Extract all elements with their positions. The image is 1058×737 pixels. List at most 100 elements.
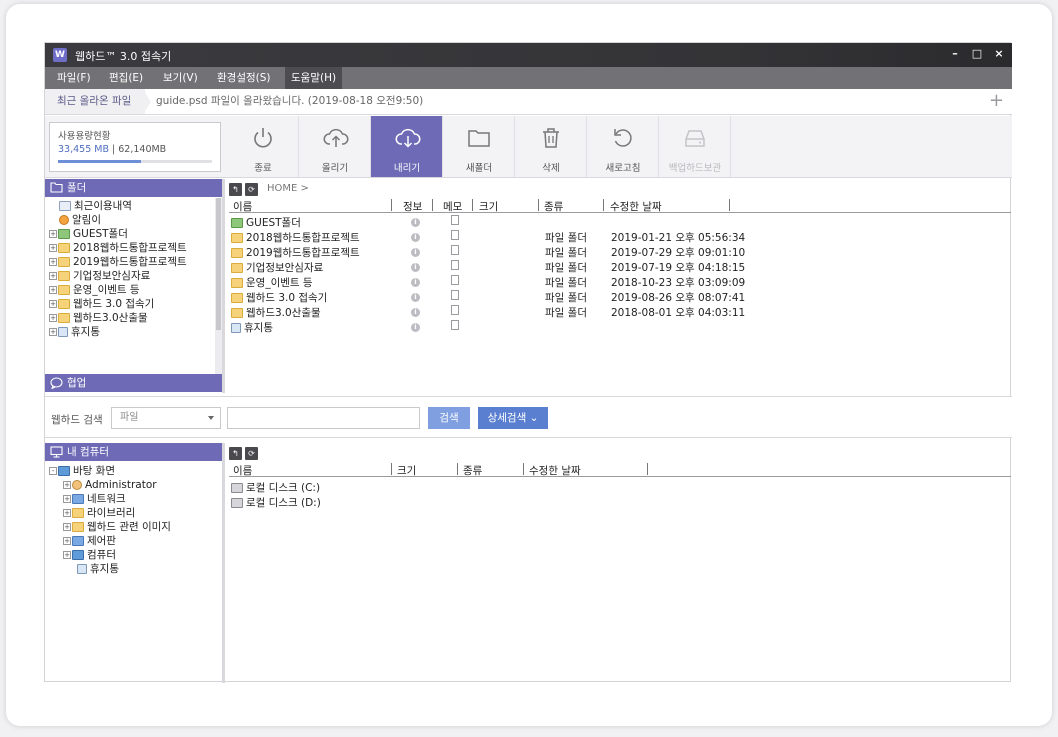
expand-icon[interactable]: + [63,523,71,531]
upload-button[interactable]: 올리기 [299,116,371,177]
tree-item-deliverables[interactable]: + 웹하드3.0산출물 [49,311,148,325]
minimize-button[interactable]: – [948,47,962,61]
info-icon[interactable]: i [411,233,420,242]
col-name[interactable]: 이름 [233,199,252,214]
expand-icon[interactable]: + [49,328,57,336]
expand-icon[interactable]: + [49,300,57,308]
expand-icon[interactable]: + [49,272,57,280]
col-modified[interactable]: 수정한 날짜 [610,199,662,214]
table-row[interactable]: 2019웹하드통합프로젝트 i 파일 폴더 2019-07-29 오후 09:0… [229,244,1009,259]
expand-icon[interactable]: + [49,314,57,322]
memo-icon[interactable] [451,275,459,285]
menu-edit[interactable]: 편집(E) [103,67,149,89]
advanced-search-button[interactable]: 상세검색 ⌄ [478,407,548,429]
col-size[interactable]: 크기 [479,199,498,214]
table-row[interactable]: 웹하드3.0산출물 i 파일 폴더 2018-08-01 오후 04:03:11 [229,304,1009,319]
info-icon[interactable]: i [411,293,420,302]
refresh-icon[interactable]: ⟳ [245,447,258,460]
recent-files-tab[interactable]: 최근 올라온 파일 [45,89,145,114]
expand-icon[interactable]: + [63,481,71,489]
memo-icon[interactable] [451,215,459,225]
tree-item-control-panel[interactable]: + 제어판 [63,534,116,548]
info-icon[interactable]: i [411,323,420,332]
tree-item-notifier[interactable]: 알림이 [59,213,101,227]
tree-item-events[interactable]: + 운영_이벤트 등 [49,283,140,297]
tree-item-secure-data[interactable]: + 기업정보안심자료 [49,269,150,283]
col-info[interactable]: 정보 [403,199,422,214]
expand-icon[interactable]: + [63,509,71,517]
tree-item-library[interactable]: + 라이브러리 [63,506,135,520]
new-folder-button[interactable]: 새폴더 [443,116,515,177]
table-row[interactable]: 기업정보안심자료 i 파일 폴더 2019-07-19 오후 04:18:15 [229,259,1009,274]
back-icon[interactable]: ↰ [229,183,242,196]
tree-item-2018-project[interactable]: +2018웹하드통합프로젝트 [49,241,187,255]
panel-splitter[interactable] [222,179,225,393]
refresh-button[interactable]: 새로고침 [587,116,659,177]
memo-icon[interactable] [451,290,459,300]
panel-splitter[interactable] [222,443,225,683]
table-row[interactable]: 2018웹하드통합프로젝트 i 파일 폴더 2019-01-21 오후 05:5… [229,229,1009,244]
recent-file-message[interactable]: guide.psd 파일이 올라왔습니다. (2019-08-18 오전9:50… [156,89,423,114]
back-icon[interactable]: ↰ [229,447,242,460]
expand-icon[interactable]: + [49,258,57,266]
tree-item-trash[interactable]: + 휴지통 [49,325,100,339]
info-icon[interactable]: i [411,263,420,272]
col-name[interactable]: 이름 [233,463,252,478]
search-input[interactable] [227,407,420,429]
maximize-button[interactable]: □ [970,47,984,61]
breadcrumb[interactable]: HOME > [267,183,309,194]
menu-view[interactable]: 보기(V) [157,67,204,89]
tree-item-connector[interactable]: + 웹하드 3.0 접속기 [49,297,154,311]
list-item[interactable]: 로컬 디스크 (C:) [229,479,1009,494]
tree-item-guest[interactable]: + GUEST폴더 [49,227,128,241]
menu-file[interactable]: 파일(F) [51,67,97,89]
col-modified[interactable]: 수정한 날짜 [529,463,581,478]
memo-icon[interactable] [451,260,459,270]
expand-icon[interactable]: + [63,537,71,545]
info-icon[interactable]: i [411,278,420,287]
expand-icon[interactable]: + [63,495,71,503]
memo-icon[interactable] [451,305,459,315]
plus-icon[interactable]: + [989,91,1004,111]
menu-settings[interactable]: 환경설정(S) [211,67,277,89]
scrollbar-thumb[interactable] [216,198,221,330]
table-row[interactable]: 웹하드 3.0 접속기 i 파일 폴더 2019-08-26 오후 08:07:… [229,289,1009,304]
expand-icon[interactable]: + [49,230,57,238]
collab-panel-header[interactable]: 협업 [45,374,222,392]
close-button[interactable]: × [992,47,1006,61]
search-button[interactable]: 검색 [428,407,470,429]
tree-item-recent[interactable]: 최근이용내역 [59,199,132,213]
tree-item-images[interactable]: + 웹하드 관련 이미지 [63,520,171,534]
refresh-icon[interactable]: ⟳ [245,183,258,196]
expand-icon[interactable]: + [63,551,71,559]
menu-help[interactable]: 도움말(H) [285,67,343,89]
tree-item-desktop[interactable]: - 바탕 화면 [49,464,115,478]
expand-icon[interactable]: + [49,244,57,252]
table-row[interactable]: GUEST폴더 i [229,214,1009,229]
list-item[interactable]: 로컬 디스크 (D:) [229,494,1009,509]
tree-item-administrator[interactable]: + Administrator [63,478,157,492]
tree-item-2019-project[interactable]: +2019웹하드통합프로젝트 [49,255,187,269]
tree-item-network[interactable]: + 네트워크 [63,492,126,506]
table-row[interactable]: 휴지통 i [229,319,1009,334]
memo-icon[interactable] [451,320,459,330]
expand-icon[interactable]: + [49,286,57,294]
col-type[interactable]: 종류 [463,463,482,478]
info-icon[interactable]: i [411,308,420,317]
exit-button[interactable]: 종료 [227,116,299,177]
table-row[interactable]: 운영_이벤트 등 i 파일 폴더 2018-10-23 오후 03:09:09 [229,274,1009,289]
tree-item-computer[interactable]: + 컴퓨터 [63,548,116,562]
col-memo[interactable]: 메모 [443,199,462,214]
col-type[interactable]: 종류 [544,199,563,214]
folder-tree-scrollbar[interactable] [215,198,222,374]
collapse-icon[interactable]: - [49,467,57,475]
download-button[interactable]: 내리기 [371,116,443,177]
tree-item-local-trash[interactable]: 휴지통 [77,562,119,576]
delete-button[interactable]: 삭제 [515,116,587,177]
memo-icon[interactable] [451,245,459,255]
info-icon[interactable]: i [411,218,420,227]
backup-hard-button[interactable]: 백업하드보관 [659,116,731,177]
search-type-select[interactable]: 파일 [111,407,221,429]
info-icon[interactable]: i [411,248,420,257]
col-size[interactable]: 크기 [397,463,416,478]
